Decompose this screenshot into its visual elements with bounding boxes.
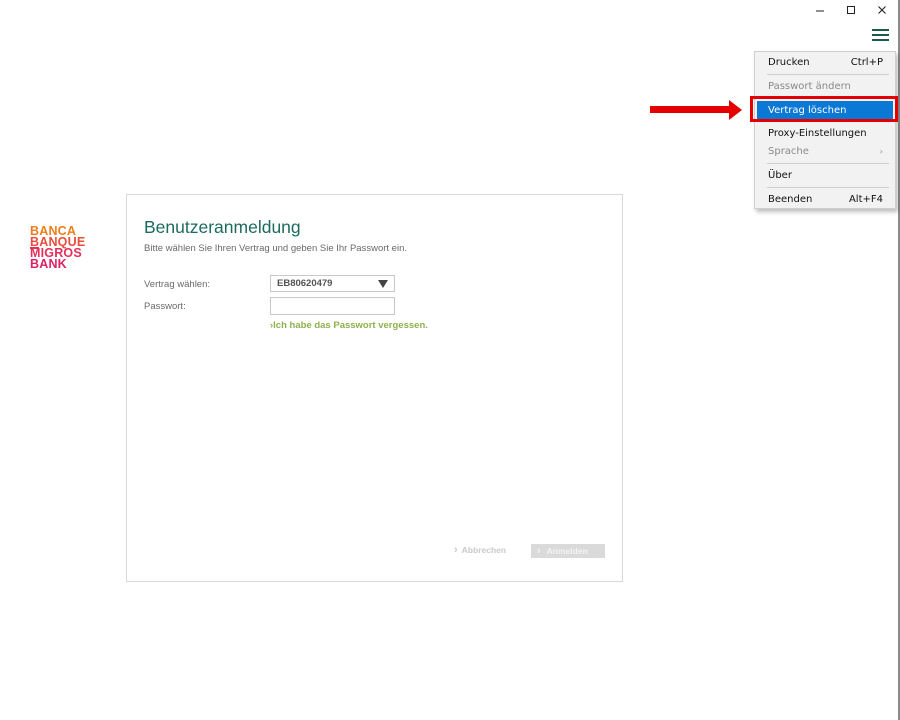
page-subtitle: Bitte wählen Sie Ihren Vertrag und geben… xyxy=(144,243,407,254)
login-panel: Benutzeranmeldung Bitte wählen Sie Ihren… xyxy=(126,194,623,582)
forgot-password-label: Ich habe das Passwort vergessen. xyxy=(273,320,428,331)
menu-item-proxy-settings[interactable]: Proxy-Einstellungen xyxy=(757,124,893,143)
login-button[interactable]: › Anmelden xyxy=(531,544,605,558)
minimize-button[interactable] xyxy=(805,2,835,18)
forgot-password-link[interactable]: ›Ich habe das Passwort vergessen. xyxy=(270,320,428,331)
logo-line-4: BANK xyxy=(30,257,67,271)
maximize-button[interactable] xyxy=(836,2,866,18)
login-button-label: Anmelden xyxy=(546,546,588,556)
menu-item-about[interactable]: Über xyxy=(757,166,893,185)
password-label: Passwort: xyxy=(144,301,186,312)
dropdown-arrow-icon xyxy=(378,280,388,288)
password-field[interactable] xyxy=(270,297,395,315)
menu-item-label: Über xyxy=(768,170,792,181)
menu-item-change-password[interactable]: Passwort ändern xyxy=(757,77,893,96)
maximize-icon xyxy=(847,6,855,14)
chevron-right-icon: › xyxy=(537,545,541,557)
page-title: Benutzeranmeldung xyxy=(144,217,301,237)
annotation-highlight-box xyxy=(750,96,898,122)
logo-line-3: MIGROS xyxy=(30,247,85,259)
menu-item-label: Drucken xyxy=(768,57,810,68)
close-icon xyxy=(878,6,886,14)
menu-item-quit[interactable]: Beenden Alt+F4 xyxy=(757,190,893,209)
menu-separator xyxy=(767,163,889,164)
close-button[interactable] xyxy=(867,2,897,18)
cancel-button[interactable]: › Abbrechen xyxy=(454,544,506,556)
contract-label: Vertrag wählen: xyxy=(144,279,211,290)
bank-logo: BANCA BANQUE MIGROS BANK xyxy=(30,225,85,271)
contract-select-value: EB80620479 xyxy=(277,278,333,289)
menu-item-shortcut: Ctrl+P xyxy=(850,57,883,68)
menu-item-label: Passwort ändern xyxy=(768,81,851,92)
submenu-arrow-icon: › xyxy=(879,147,883,156)
menu-item-shortcut: Alt+F4 xyxy=(848,194,883,205)
menu-separator xyxy=(767,187,889,188)
annotation-arrow xyxy=(650,106,730,113)
minimize-icon xyxy=(816,10,824,12)
menu-item-label: Proxy-Einstellungen xyxy=(768,128,867,139)
annotation-arrow-head xyxy=(729,100,742,120)
app-menu: Drucken Ctrl+P Passwort ändern Vertrag l… xyxy=(754,51,896,209)
menu-item-language[interactable]: Sprache › xyxy=(757,142,893,161)
menu-item-label: Sprache xyxy=(768,146,809,157)
contract-select[interactable]: EB80620479 xyxy=(270,275,395,292)
menu-item-print[interactable]: Drucken Ctrl+P xyxy=(757,53,893,72)
chevron-right-icon: › xyxy=(454,544,458,556)
menu-separator xyxy=(767,74,889,75)
cancel-button-label: Abbrechen xyxy=(461,545,507,555)
hamburger-menu-icon[interactable] xyxy=(871,27,891,43)
menu-item-label: Beenden xyxy=(768,194,813,205)
